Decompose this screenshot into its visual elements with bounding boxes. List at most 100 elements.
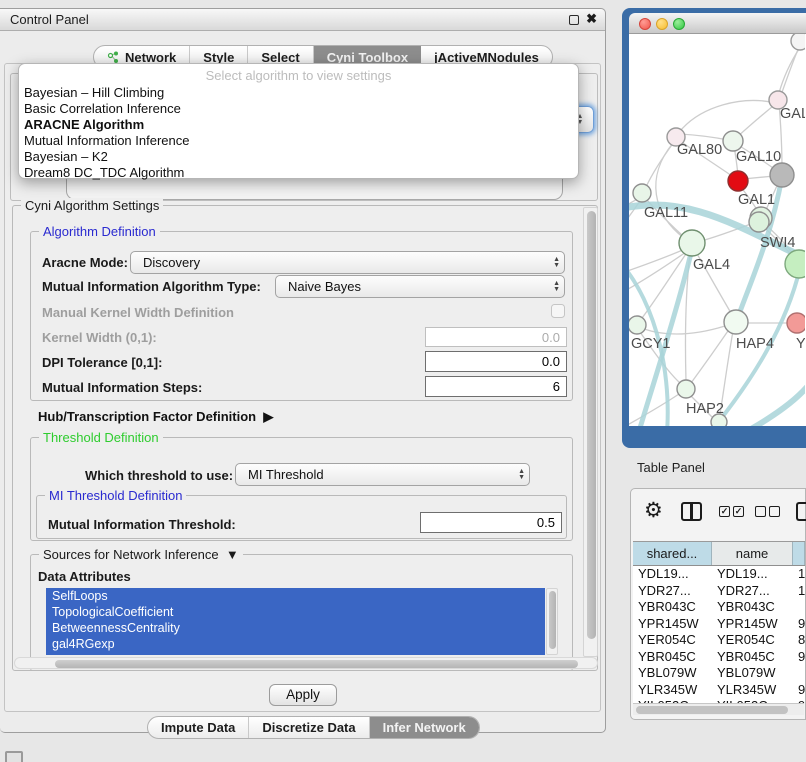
mi-steps-field[interactable]: 6 [425, 376, 567, 397]
table-cell[interactable]: YBR043C [633, 599, 712, 616]
gear-icon[interactable]: ⚙ [644, 498, 663, 523]
attribute-list-item-selected[interactable]: BetweennessCentrality [46, 620, 545, 636]
zoom-window-icon[interactable] [673, 18, 685, 30]
network-edge[interactable] [629, 394, 679, 426]
network-edge[interactable] [691, 328, 730, 383]
table-row[interactable]: YDR27...YDR27...12 [633, 583, 805, 600]
table-cell[interactable]: YBR043C [712, 599, 793, 616]
algorithm-option[interactable]: ARACNE Algorithm [19, 117, 578, 133]
deselect-all-icon[interactable] [755, 506, 766, 517]
table-cell[interactable]: YLR345W [712, 682, 793, 699]
mi-threshold-field[interactable]: 0.5 [420, 512, 562, 533]
algorithm-option[interactable]: Bayesian – Hill Climbing [19, 85, 578, 101]
disclosure-down-icon[interactable]: ▼ [222, 547, 238, 562]
algorithm-option[interactable]: Bayesian – K2 [19, 149, 578, 165]
algorithm-option[interactable]: Basic Correlation Inference [19, 101, 578, 117]
table-cell[interactable]: YBL079W [712, 665, 793, 682]
algorithm-option[interactable]: Dream8 DC_TDC Algorithm [19, 165, 578, 181]
table-row[interactable]: YLR345WYLR345W9. [633, 682, 805, 699]
settings-vertical-scrollbar[interactable] [583, 207, 598, 657]
table-row[interactable]: YBR045CYBR045C9. [633, 649, 805, 666]
network-edge[interactable] [736, 102, 778, 138]
table-cell[interactable]: 9. [793, 682, 805, 699]
table-cell[interactable]: 9. [793, 649, 805, 666]
network-node[interactable] [629, 316, 646, 334]
table-cell[interactable]: YBR045C [633, 649, 712, 666]
control-panel-title: Control Panel [10, 12, 89, 27]
table-cell[interactable]: YDR27... [712, 583, 793, 600]
table-row[interactable]: YBL079WYBL079W [633, 665, 805, 682]
node-label: GAL11 [644, 205, 688, 221]
table-cell[interactable]: YDL19... [712, 566, 793, 583]
aracne-mode-combobox[interactable]: Discovery ▲▼ [130, 251, 565, 274]
minimized-panel-icon[interactable] [5, 751, 23, 762]
network-node[interactable] [770, 163, 794, 187]
table-cell[interactable]: 9. [793, 616, 805, 633]
network-node[interactable] [728, 171, 748, 191]
table-cell[interactable]: 13 [793, 566, 805, 583]
table-cell[interactable]: YER054C [633, 632, 712, 649]
table-icon[interactable] [796, 502, 806, 521]
float-panel-icon[interactable] [569, 15, 579, 25]
disclosure-right-icon: ▶ [260, 409, 274, 424]
table-cell[interactable]: YLR345W [633, 682, 712, 699]
close-panel-icon[interactable]: ✖ [586, 11, 597, 27]
network-node[interactable] [791, 34, 805, 50]
tab-impute-data[interactable]: Impute Data [148, 717, 249, 738]
dpi-tolerance-field[interactable]: 0.0 [425, 351, 567, 372]
network-node[interactable] [724, 310, 748, 334]
minimize-window-icon[interactable] [656, 18, 668, 30]
column-header[interactable]: shared... [633, 542, 712, 565]
table-cell[interactable]: YDR27... [633, 583, 712, 600]
network-edge-highlighted[interactable] [733, 387, 805, 426]
network-edge[interactable] [680, 134, 728, 140]
network-node[interactable] [677, 380, 695, 398]
tab-infer-network[interactable]: Infer Network [370, 717, 479, 738]
network-canvas[interactable]: GALGAL80GAL10GAL1GAL11GAL4SWI4GCY1HAP4YH… [629, 34, 806, 426]
stepper-icon: ▲▼ [518, 465, 525, 484]
split-columns-icon[interactable] [681, 502, 702, 521]
table-cell[interactable]: YER054C [712, 632, 793, 649]
network-node[interactable] [723, 131, 743, 151]
settings-horizontal-scrollbar[interactable] [14, 657, 598, 669]
apply-button[interactable]: Apply [269, 684, 337, 706]
table-cell[interactable]: YBL079W [633, 665, 712, 682]
table-row[interactable]: YER054CYER054C8. [633, 632, 805, 649]
attribute-list-scrollbar[interactable] [546, 588, 558, 655]
data-attributes-list[interactable]: SelfLoopsTopologicalCoefficientBetweenne… [46, 588, 545, 655]
table-cell[interactable]: 8. [793, 632, 805, 649]
network-node[interactable] [787, 313, 805, 333]
hub-definition-disclosure[interactable]: Hub/Transcription Factor Definition ▶ [38, 409, 273, 425]
attribute-list-item-selected[interactable]: SelfLoops [46, 588, 545, 604]
attribute-list-item-selected[interactable]: TopologicalCoefficient [46, 604, 545, 620]
table-cell[interactable]: YBR045C [712, 649, 793, 666]
table-row[interactable]: YDL19...YDL19...13 [633, 566, 805, 583]
table-cell[interactable]: YPR145W [712, 616, 793, 633]
table-cell[interactable] [793, 665, 805, 682]
select-all-icon[interactable]: ✓ [733, 506, 744, 517]
node-label: GAL80 [677, 142, 722, 158]
tab-discretize-data[interactable]: Discretize Data [249, 717, 369, 738]
column-header[interactable] [793, 542, 805, 565]
close-window-icon[interactable] [639, 18, 651, 30]
table-row[interactable]: YBR043CYBR043C [633, 599, 805, 616]
network-node[interactable] [749, 212, 769, 232]
which-threshold-combobox[interactable]: MI Threshold ▲▼ [235, 463, 530, 486]
network-node[interactable] [679, 230, 705, 256]
network-node[interactable] [633, 184, 651, 202]
network-edge[interactable] [629, 249, 685, 274]
table-cell[interactable]: 12 [793, 583, 805, 600]
mi-type-combobox[interactable]: Naive Bayes ▲▼ [275, 275, 565, 298]
column-header[interactable]: name [712, 542, 793, 565]
deselect-all-icon[interactable] [769, 506, 780, 517]
attribute-list-item-selected[interactable]: gal4RGexp [46, 636, 545, 652]
table-row[interactable]: YPR145WYPR145W9. [633, 616, 805, 633]
network-window-titlebar [629, 13, 806, 34]
table-cell[interactable]: YPR145W [633, 616, 712, 633]
table-horizontal-scrollbar[interactable] [633, 703, 804, 715]
table-cell[interactable] [793, 599, 805, 616]
select-all-icon[interactable]: ✓ [719, 506, 730, 517]
network-node[interactable] [785, 250, 805, 278]
table-cell[interactable]: YDL19... [633, 566, 712, 583]
algorithm-option[interactable]: Mutual Information Inference [19, 133, 578, 149]
